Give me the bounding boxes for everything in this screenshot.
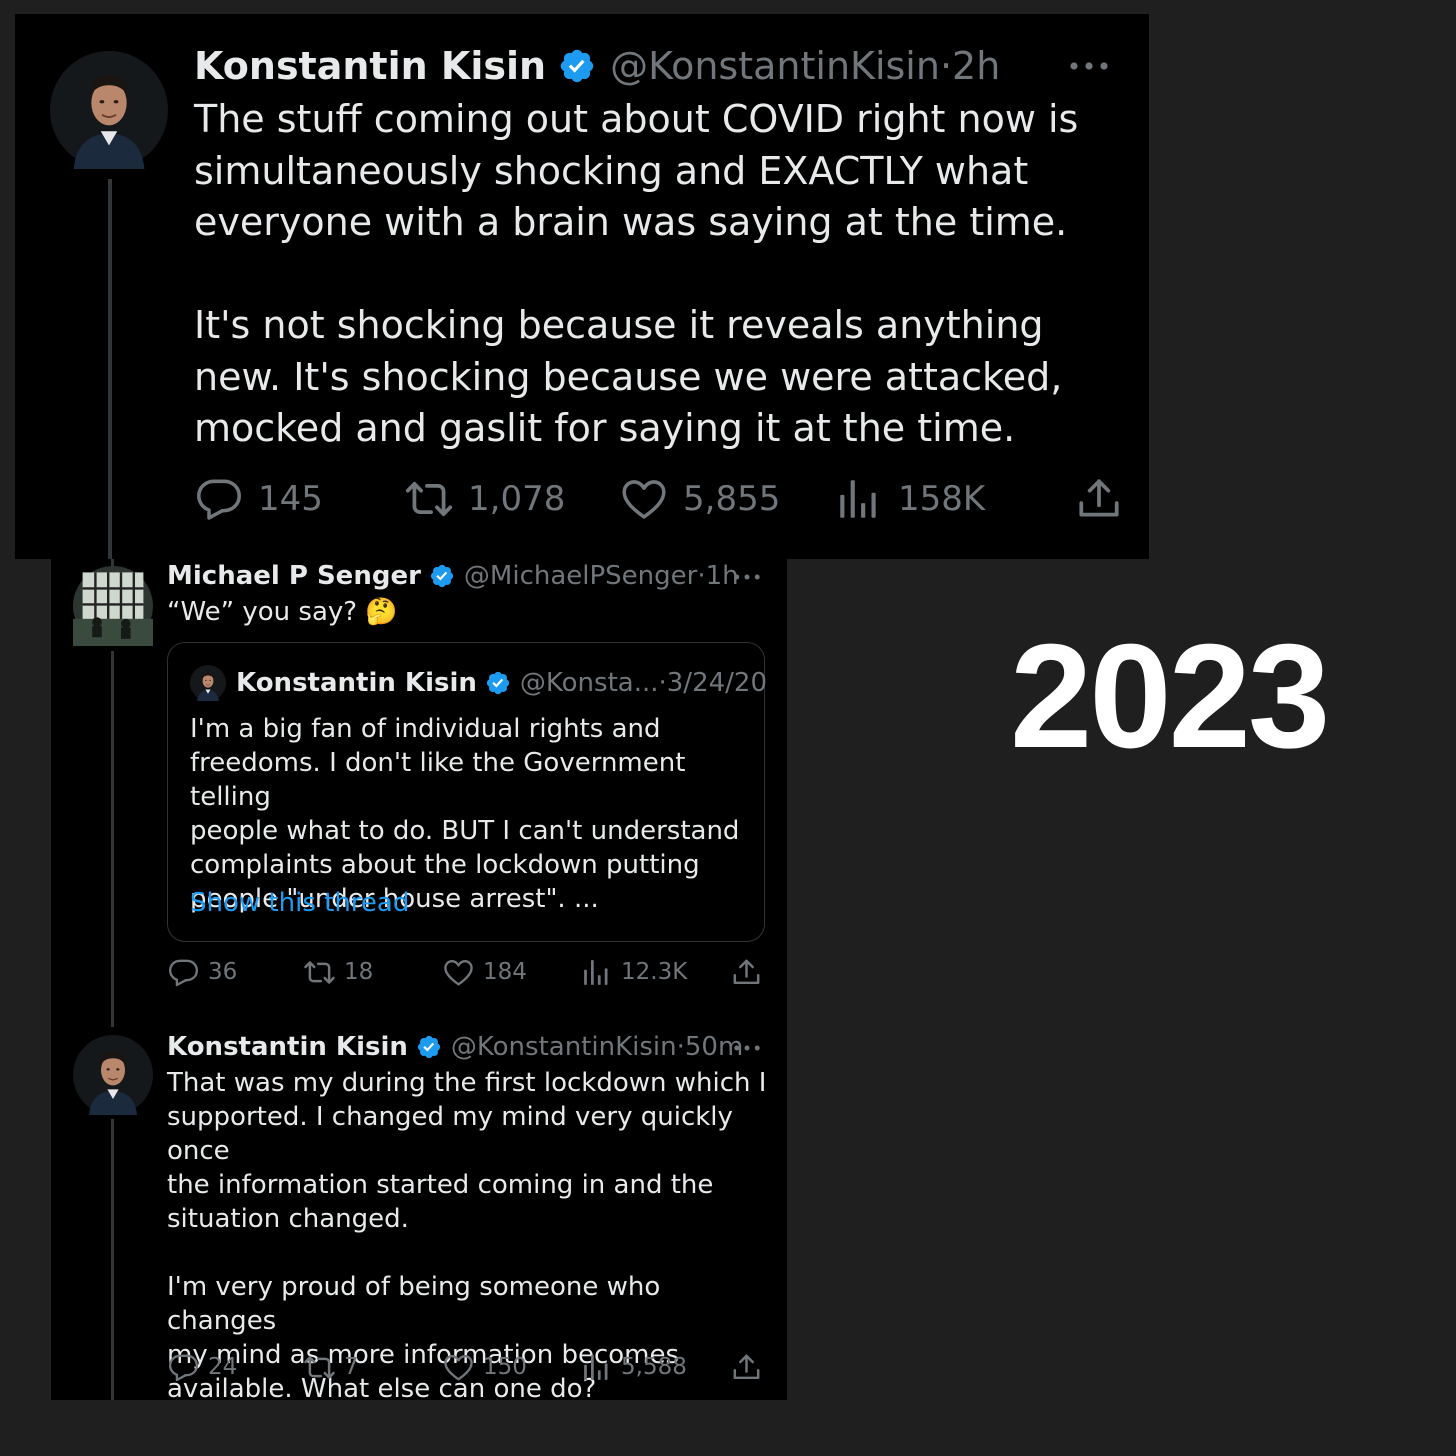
views-icon: [580, 1351, 613, 1384]
reply-icon: [194, 474, 244, 524]
repost-icon: [303, 956, 336, 989]
reply-icon: [167, 956, 200, 989]
like-count: 5,855: [683, 479, 781, 519]
verified-badge-icon: [416, 1034, 442, 1060]
quoted-tweet[interactable]: Konstantin Kisin @Konsta... · 3/24/20 I'…: [167, 642, 767, 942]
reply-thread: Michael P Senger @MichaelPSenger · 1h “W…: [51, 559, 787, 1404]
thread-line: [111, 651, 114, 1027]
quote-header: Konstantin Kisin @Konsta... · 3/24/20: [236, 666, 767, 700]
more-icon[interactable]: [732, 1039, 762, 1057]
year-label: 2023: [1010, 614, 1330, 779]
thread-line: [108, 179, 112, 559]
author-name: Konstantin Kisin: [236, 668, 477, 698]
repost-count: 1,078: [468, 479, 566, 519]
verified-badge-icon: [429, 563, 455, 589]
like-count: 150: [483, 1354, 527, 1380]
separator: ·: [676, 1032, 685, 1062]
like-icon: [442, 1351, 475, 1384]
author-handle: @Konsta...: [519, 668, 659, 698]
share-button[interactable]: [730, 954, 771, 990]
views-icon: [580, 956, 613, 989]
repost-button[interactable]: 1,078: [404, 472, 565, 526]
avatar[interactable]: [50, 51, 168, 169]
reply-button[interactable]: 24: [167, 1349, 237, 1385]
tweet-header: Konstantin Kisin @KonstantinKisin · 2h: [194, 42, 1000, 90]
author-handle[interactable]: @MichaelPSenger: [464, 559, 697, 593]
views-count: 12.3K: [621, 959, 688, 985]
like-icon: [442, 956, 475, 989]
repost-icon: [404, 474, 454, 524]
verified-badge-icon: [485, 670, 511, 696]
share-icon: [730, 1351, 763, 1384]
repost-icon: [303, 1351, 336, 1384]
timestamp[interactable]: 2h: [952, 42, 1000, 90]
show-thread-link[interactable]: Show this thread: [190, 886, 409, 920]
reply-count: 145: [258, 479, 323, 519]
views-button[interactable]: 5,588: [580, 1349, 687, 1385]
views-count: 5,588: [621, 1354, 687, 1380]
views-button[interactable]: 158K: [834, 472, 985, 526]
like-button[interactable]: 150: [442, 1349, 527, 1385]
share-icon: [1074, 474, 1124, 524]
action-bar: 36 18 184 12.3K: [167, 954, 767, 990]
like-button[interactable]: 184: [442, 954, 527, 990]
thread-line: [111, 1119, 114, 1400]
views-count: 158K: [898, 479, 986, 519]
avatar[interactable]: [73, 566, 153, 646]
repost-button[interactable]: 18: [303, 954, 373, 990]
main-tweet[interactable]: Konstantin Kisin @KonstantinKisin · 2h T…: [15, 14, 1149, 559]
repost-button[interactable]: 7: [303, 1349, 359, 1385]
like-button[interactable]: 5,855: [619, 472, 780, 526]
tweet-header: Konstantin Kisin @KonstantinKisin · 50m: [167, 1030, 743, 1064]
share-icon: [730, 956, 763, 989]
repost-count: 18: [344, 959, 374, 985]
tweet-text: “We” you say? 🤔: [167, 597, 398, 627]
avatar[interactable]: [190, 665, 226, 701]
reply-button[interactable]: 145: [194, 472, 323, 526]
timestamp: 3/24/20: [666, 668, 767, 698]
author-name[interactable]: Michael P Senger: [167, 559, 421, 593]
avatar[interactable]: [73, 1035, 153, 1115]
separator: ·: [939, 44, 953, 88]
like-count: 184: [483, 959, 527, 985]
more-icon[interactable]: [732, 568, 762, 586]
reply-count: 36: [208, 959, 238, 985]
separator: ·: [658, 668, 667, 698]
views-button[interactable]: 12.3K: [580, 954, 687, 990]
author-name[interactable]: Konstantin Kisin: [194, 42, 546, 90]
more-icon[interactable]: [1067, 54, 1111, 78]
share-button[interactable]: [1074, 472, 1138, 526]
reply-button[interactable]: 36: [167, 954, 237, 990]
tweet-header: Michael P Senger @MichaelPSenger · 1h: [167, 559, 739, 593]
reply-icon: [167, 1351, 200, 1384]
tweet-text: The stuff coming out about COVID right n…: [194, 97, 1079, 450]
action-bar: 145 1,078 5,855 158K: [194, 472, 1124, 526]
action-bar: 24 7 150 5,588: [167, 1349, 767, 1385]
author-handle[interactable]: @KonstantinKisin: [610, 42, 940, 90]
views-icon: [834, 474, 884, 524]
reply-count: 24: [208, 1354, 238, 1380]
like-icon: [619, 474, 669, 524]
separator: ·: [697, 561, 706, 591]
share-button[interactable]: [730, 1349, 771, 1385]
author-name[interactable]: Konstantin Kisin: [167, 1030, 408, 1064]
verified-badge-icon: [558, 47, 596, 85]
author-handle[interactable]: @KonstantinKisin: [451, 1030, 677, 1064]
repost-count: 7: [344, 1354, 359, 1380]
